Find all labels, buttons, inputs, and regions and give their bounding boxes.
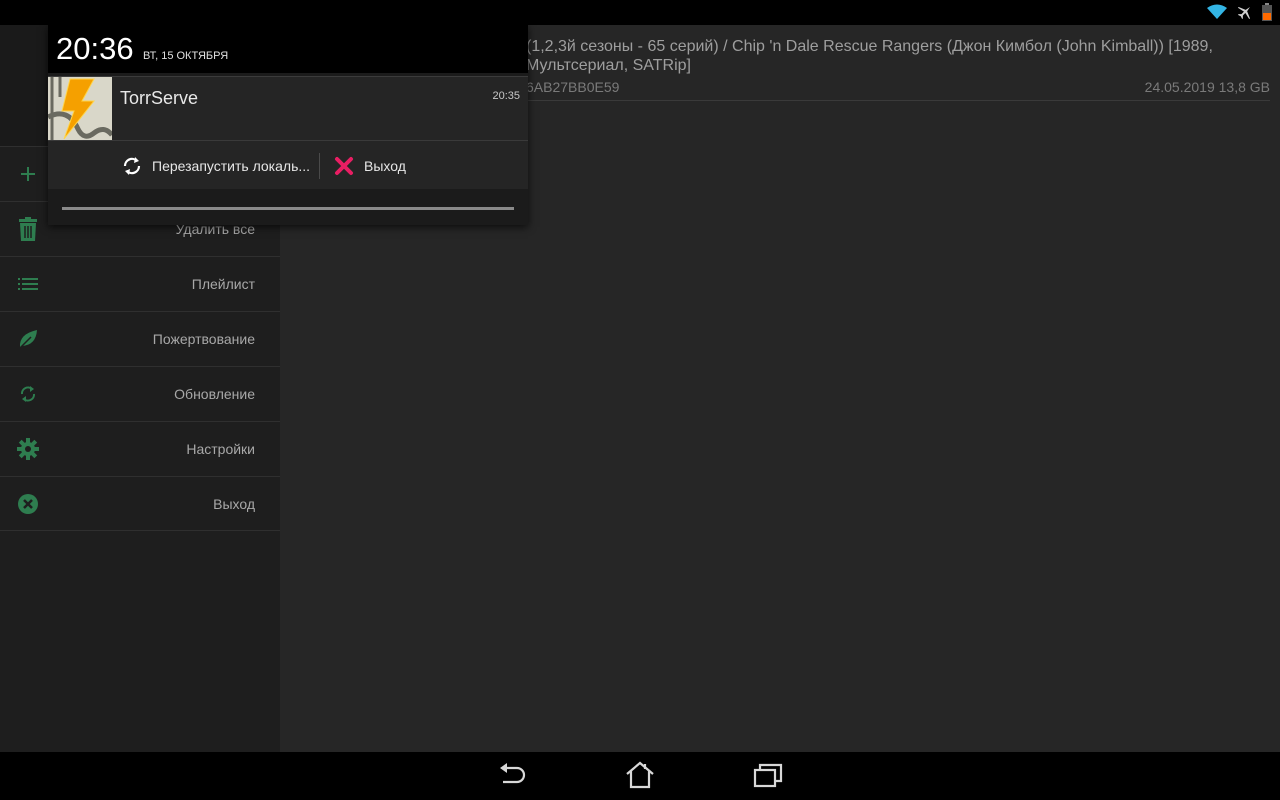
playlist-icon	[16, 272, 40, 296]
refresh-icon	[16, 382, 40, 406]
drawer-item-label: Обновление	[174, 386, 255, 402]
drawer-item-label: Настройки	[186, 441, 255, 457]
drawer-item-settings[interactable]: Настройки	[0, 421, 280, 476]
notification-time: 20:35	[492, 90, 520, 102]
torrent-title: (1,2,3й сезоны - 65 серий) / Chip 'n Dal…	[526, 38, 1213, 74]
battery-icon	[1262, 3, 1272, 26]
gear-icon	[16, 437, 40, 461]
notification-title: TorrServe	[120, 88, 199, 108]
app-logo-icon	[48, 77, 112, 141]
status-icons	[1206, 3, 1272, 26]
action-divider	[319, 153, 320, 179]
drawer-item-exit[interactable]: Выход	[0, 476, 280, 531]
recent-apps-icon	[753, 762, 783, 793]
drawer-item-label: Пожертвование	[152, 331, 255, 347]
back-icon	[497, 762, 527, 793]
clock: 20:36	[56, 31, 134, 66]
back-button[interactable]	[496, 762, 528, 792]
drawer-item-label: Выход	[213, 495, 255, 512]
recent-apps-button[interactable]	[752, 762, 784, 792]
drawer-item-donate[interactable]: Пожертвование	[0, 311, 280, 366]
home-icon	[625, 761, 655, 794]
torrent-date: 24.05.2019	[1144, 79, 1215, 95]
home-button[interactable]	[624, 761, 656, 794]
exit-label: Выход	[364, 158, 406, 174]
restart-icon	[120, 154, 144, 178]
status-bar	[0, 0, 1280, 25]
shade-drag-handle[interactable]	[62, 207, 514, 210]
plus-icon	[16, 162, 40, 186]
close-circle-icon	[16, 492, 40, 516]
close-x-icon	[332, 154, 356, 178]
trash-icon	[16, 217, 40, 241]
torrserve-notification[interactable]: TorrServe 20:35 Перезапустить локаль...	[48, 76, 528, 189]
leaf-icon	[16, 327, 40, 351]
drawer-item-label: Плейлист	[191, 276, 255, 292]
drawer-item-playlist[interactable]: Плейлист	[0, 256, 280, 311]
restart-local-button[interactable]: Перезапустить локаль...	[120, 141, 310, 191]
airplane-mode-icon	[1236, 4, 1254, 25]
notification-actions: Перезапустить локаль... Выход	[48, 140, 528, 190]
date: ВТ, 15 ОКТЯБРЯ	[143, 50, 229, 62]
torrent-size: 13,8 GB	[1218, 79, 1270, 95]
torrent-hash: 6AB27BB0E59	[526, 79, 620, 95]
wifi-icon	[1206, 4, 1228, 25]
restart-local-label: Перезапустить локаль...	[152, 158, 311, 174]
torrent-meta: 24.05.2019 13,8 GB	[1145, 79, 1270, 95]
navigation-bar	[0, 752, 1280, 800]
exit-button[interactable]: Выход	[332, 141, 406, 191]
notification-shade: 20:36 ВТ, 15 ОКТЯБРЯ TorrServe 20:35 Пер…	[48, 25, 528, 225]
shade-header: 20:36 ВТ, 15 ОКТЯБРЯ	[48, 25, 528, 73]
drawer-item-update[interactable]: Обновление	[0, 366, 280, 421]
